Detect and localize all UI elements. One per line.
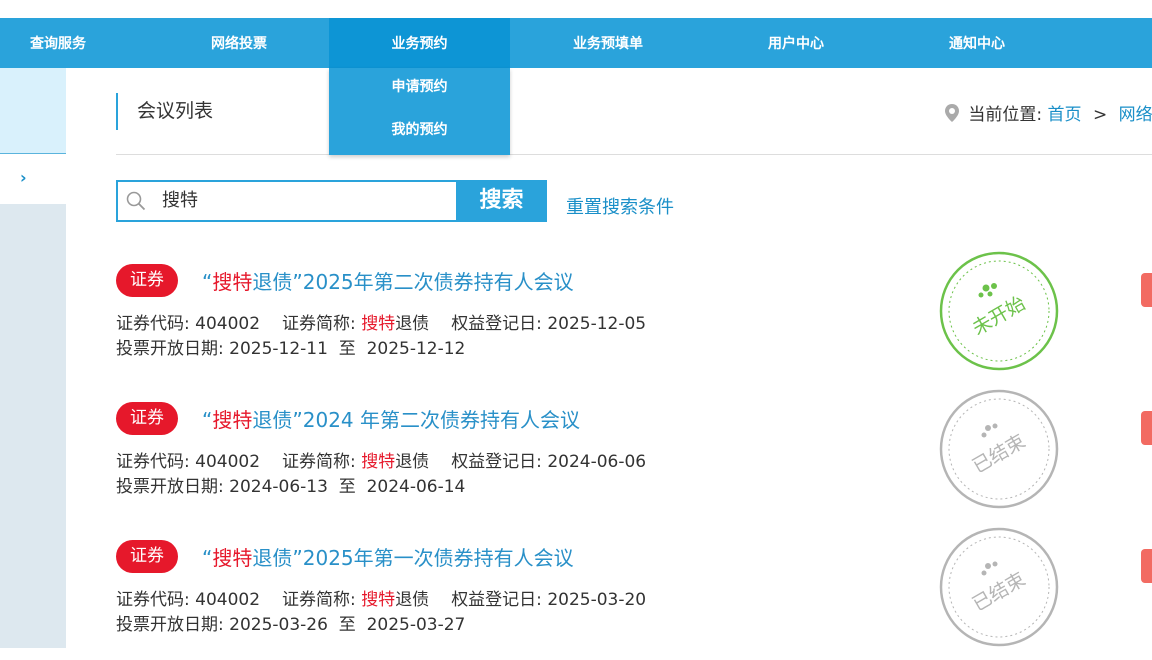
sidebar-header xyxy=(0,68,66,154)
status-stamp: 未开始 xyxy=(939,251,1059,371)
breadcrumb-home[interactable]: 首页 xyxy=(1048,105,1082,125)
search-box xyxy=(116,180,458,222)
search-button[interactable]: 搜索 xyxy=(456,180,547,222)
title-divider xyxy=(116,154,1152,155)
top-nav: 查询服务 网络投票 业务预约 业务预填单 用户中心 通知中心 xyxy=(0,18,1152,68)
status-stamp: 已结束 xyxy=(939,389,1059,509)
breadcrumb-current[interactable]: 网络投票 xyxy=(1119,105,1152,125)
security-type-badge: 证券 xyxy=(116,264,178,297)
status-stamp-label: 未开始 xyxy=(969,292,1029,340)
list-item: 证券 “搜特退债”2025年第二次债券持有人会议 证券代码: 404002 证券简… xyxy=(116,251,1152,384)
nav-item-prefill-form[interactable]: 业务预填单 xyxy=(518,18,698,68)
status-stamp-label: 已结束 xyxy=(969,568,1029,616)
sidebar-toggle[interactable]: › xyxy=(0,154,66,204)
meeting-info-line: 证券代码: 404002 证券简称: 搜特退债 权益登记日: 2025-12-05 xyxy=(116,314,647,334)
dropdown-item-apply-appointment[interactable]: 申请预约 xyxy=(329,68,510,111)
vote-action-button[interactable] xyxy=(1141,549,1152,583)
reset-search-link[interactable]: 重置搜索条件 xyxy=(566,193,674,219)
nav-item-online-voting[interactable]: 网络投票 xyxy=(149,18,329,68)
meeting-vote-period: 投票开放日期: 2024-06-13 至 2024-06-14 xyxy=(116,477,466,497)
nav-item-notification-center[interactable]: 通知中心 xyxy=(887,18,1067,68)
breadcrumb-prefix: 当前位置: xyxy=(968,105,1043,125)
meeting-vote-period: 投票开放日期: 2025-12-11 至 2025-12-12 xyxy=(116,339,466,359)
security-type-badge: 证券 xyxy=(116,402,178,435)
meeting-info-line: 证券代码: 404002 证券简称: 搜特退债 权益登记日: 2024-06-06 xyxy=(116,452,647,472)
status-stamp-label: 已结束 xyxy=(969,430,1029,478)
location-pin-icon xyxy=(945,104,959,122)
nav-item-user-center[interactable]: 用户中心 xyxy=(706,18,886,68)
dropdown-item-my-appointments[interactable]: 我的预约 xyxy=(329,111,510,154)
search-icon xyxy=(126,191,146,211)
nav-item-query-service[interactable]: 查询服务 xyxy=(0,18,116,68)
vote-action-button[interactable] xyxy=(1141,411,1152,445)
breadcrumb-separator: > xyxy=(1092,105,1108,125)
meeting-info-line: 证券代码: 404002 证券简称: 搜特退债 权益登记日: 2025-03-20 xyxy=(116,590,647,610)
nav-item-business-appointment[interactable]: 业务预约 xyxy=(329,18,510,68)
search-input[interactable] xyxy=(162,182,442,220)
meeting-title-link[interactable]: “搜特退债”2024 年第二次债券持有人会议 xyxy=(202,404,580,433)
page-title: 会议列表 xyxy=(116,93,213,130)
appointment-dropdown: 申请预约 我的预约 xyxy=(329,68,510,155)
chevron-right-icon: › xyxy=(20,168,27,187)
list-item: 证券 “搜特退债”2025年第一次债券持有人会议 证券代码: 404002 证券简… xyxy=(116,527,1152,660)
breadcrumb: 当前位置: 首页 > 网络投票 xyxy=(945,100,1152,125)
meeting-vote-period: 投票开放日期: 2025-03-26 至 2025-03-27 xyxy=(116,615,466,635)
vote-action-button[interactable] xyxy=(1141,273,1152,307)
security-type-badge: 证券 xyxy=(116,540,178,573)
left-sidebar: › xyxy=(0,68,66,648)
meeting-title-link[interactable]: “搜特退债”2025年第一次债券持有人会议 xyxy=(202,542,574,571)
status-stamp: 已结束 xyxy=(939,527,1059,647)
list-item: 证券 “搜特退债”2024 年第二次债券持有人会议 证券代码: 404002 证券… xyxy=(116,389,1152,522)
meeting-title-link[interactable]: “搜特退债”2025年第二次债券持有人会议 xyxy=(202,266,574,295)
